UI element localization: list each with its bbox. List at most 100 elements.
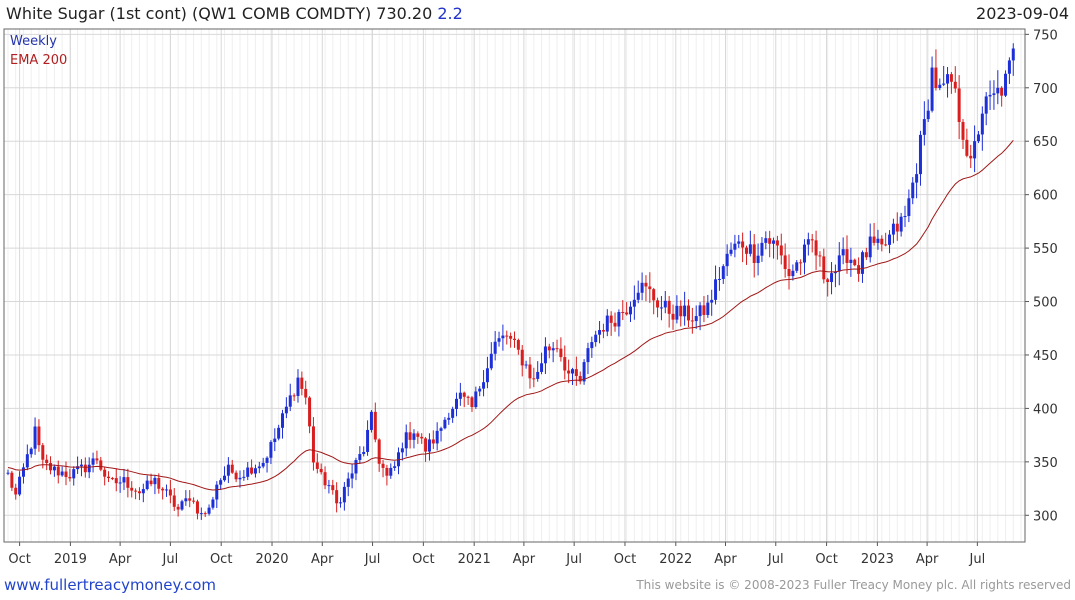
candle-body [598,330,602,335]
candle-body [277,427,281,439]
candle-body [752,244,756,264]
candle-body [907,198,911,217]
candle-body [489,353,493,369]
candle-body [458,392,462,399]
candle-body [601,330,605,332]
candle-body [134,490,138,492]
candle-body [37,426,41,446]
candle-body [145,480,149,490]
candle-body [435,430,439,444]
candle-body [455,398,459,409]
candle-body [335,490,339,504]
candle-body [775,240,779,246]
candle-body [199,513,203,515]
candle-body [621,312,625,314]
candle-body [273,438,277,443]
candle-body [72,469,76,479]
candle-body [346,478,350,487]
x-tick-label: 2022 [659,552,692,567]
candle-body [1007,60,1011,74]
candle-body [149,480,153,485]
candle-body [493,341,497,354]
y-tick-label: 650 [1033,135,1058,150]
candle-body [114,478,118,484]
candle-body [482,382,486,389]
candle-body [176,506,180,510]
candle-body [729,249,733,254]
x-tick-label: Jul [162,552,179,567]
candle-body [253,468,257,474]
candle-body [431,439,435,444]
candle-body [659,307,663,309]
candle-body [783,255,787,269]
candle-body [706,302,710,315]
x-tick-label: 2020 [255,552,288,567]
candle-body [130,487,134,491]
candle-body [369,411,373,430]
candle-body [219,480,223,485]
candle-body [872,236,876,243]
candle-body [288,395,292,407]
candle-body [211,499,215,508]
candle-body [888,234,892,245]
x-tick-label: Jul [364,552,381,567]
candle-body [609,315,613,323]
candle-body [385,467,389,476]
candle-body [308,397,312,427]
candle-body [741,241,745,248]
candle-body [462,392,466,397]
candle-body [679,305,683,317]
candle-body [899,216,903,232]
candle-body [528,364,532,379]
candle-body [957,88,961,123]
candle-body [296,377,300,396]
candle-body [91,458,95,465]
candle-body [315,462,319,469]
candle-body [965,139,969,156]
candle-body [744,247,748,254]
candle-body [868,236,872,258]
candle-body [381,463,385,468]
candle-body [180,501,184,510]
candle-body [439,428,443,431]
candle-body [466,396,470,398]
candle-body [513,338,516,340]
candle-body [996,87,1000,94]
candle-body [590,342,594,349]
candle-body [45,459,49,464]
candle-body [903,216,907,218]
x-tick-label: Apr [916,552,939,567]
candle-body [934,67,938,89]
candle-body [551,348,555,351]
candle-body [876,238,880,243]
candle-body [501,335,505,339]
x-tick-label: 2021 [458,552,491,567]
site-link[interactable]: www.fullertreacymoney.com [4,576,216,594]
candle-body [416,433,420,437]
copyright-notice: This website is © 2008-2023 Fuller Treac… [636,578,1071,592]
candle-body [509,335,513,339]
candle-body [311,426,315,463]
candle-body [884,244,888,246]
candle-body [632,299,636,307]
candle-body [942,83,946,85]
candle-body [559,348,563,358]
candle-body [980,113,984,135]
candle-body [802,244,806,263]
candle-body [18,476,22,495]
candle-body [717,278,721,280]
candle-body [265,457,269,463]
candle-body [818,255,822,257]
candle-body [756,255,760,264]
candle-body [586,348,590,363]
candle-body [6,472,10,474]
candle-body [412,433,416,440]
candle-body [698,305,702,317]
candle-body [505,335,509,337]
candle-body [319,468,323,473]
candle-body [485,368,489,383]
candle-body [424,438,428,452]
candle-body [14,487,18,495]
candle-body [52,466,56,471]
price-chart: 300 350 400 450 500 550 600 650 700 750 Oct 2019 Apr… [3,28,1058,567]
